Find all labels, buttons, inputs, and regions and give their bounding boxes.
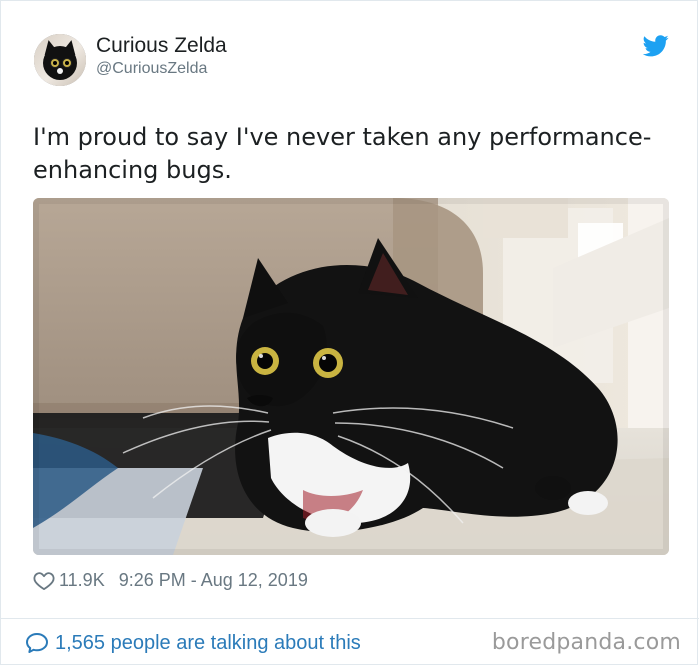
avatar-cat-eye-left bbox=[50, 58, 60, 68]
twitter-bird-icon[interactable] bbox=[643, 35, 669, 57]
author-handle[interactable]: @CuriousZelda bbox=[96, 59, 207, 79]
like-count[interactable]: 11.9K bbox=[59, 570, 105, 591]
cat-photo-illustration bbox=[33, 198, 669, 555]
talking-about-row[interactable]: 1,565 people are talking about this bbox=[25, 630, 361, 656]
avatar-cat-muzzle bbox=[57, 68, 63, 74]
tweet-timestamp[interactable]: 9:26 PM - Aug 12, 2019 bbox=[119, 570, 308, 591]
tweet-meta: 11.9K 9:26 PM - Aug 12, 2019 bbox=[33, 568, 308, 592]
avatar-cat-eye-right bbox=[62, 58, 72, 68]
talking-about-text[interactable]: 1,565 people are talking about this bbox=[55, 632, 361, 655]
author-avatar[interactable] bbox=[34, 34, 86, 86]
footer-divider bbox=[1, 618, 699, 619]
comment-bubble-icon bbox=[26, 633, 48, 653]
tweet-card: Curious Zelda @CuriousZelda I'm proud to… bbox=[0, 0, 699, 665]
tweet-text: I'm proud to say I've never taken any pe… bbox=[33, 123, 652, 184]
tweet-photo[interactable] bbox=[33, 198, 669, 555]
heart-icon[interactable] bbox=[33, 570, 55, 590]
author-name[interactable]: Curious Zelda bbox=[96, 33, 227, 59]
watermark: boredpanda.com bbox=[491, 630, 681, 655]
